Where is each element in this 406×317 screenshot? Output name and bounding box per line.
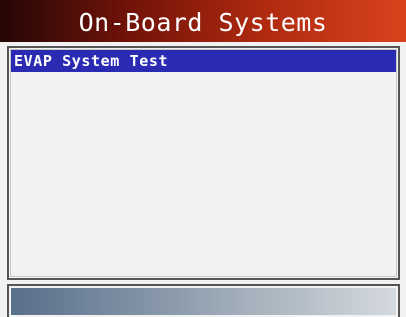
menu-list-inner: EVAP System Test	[10, 49, 397, 277]
menu-item-label: EVAP System Test	[14, 52, 169, 70]
menu-list: EVAP System Test	[7, 46, 400, 280]
scan-tool-screen: On-Board Systems EVAP System Test	[0, 0, 406, 317]
screen-title: On-Board Systems	[78, 7, 328, 37]
title-bar: On-Board Systems	[0, 0, 406, 42]
footer-bar	[11, 288, 396, 315]
menu-item-evap-system-test[interactable]: EVAP System Test	[11, 50, 396, 72]
footer-frame	[7, 284, 400, 317]
